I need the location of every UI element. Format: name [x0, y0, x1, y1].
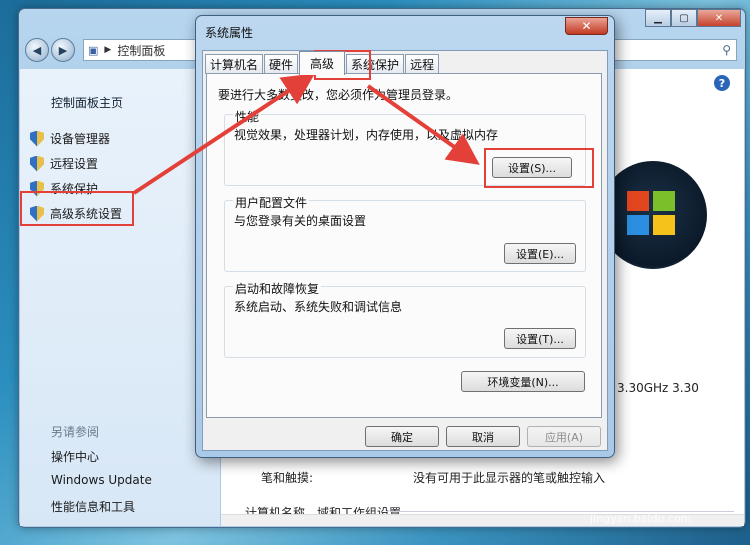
left-nav-pane: 控制面板主页 设备管理器 远程设置 系统保护 高级系统设置 另请参阅 操作中心 …: [20, 69, 220, 526]
user-profiles-description: 与您登录有关的桌面设置: [234, 214, 367, 228]
maximize-button[interactable]: ▢: [671, 9, 697, 27]
tab-hardware[interactable]: 硬件: [264, 54, 299, 74]
startup-recovery-title: 启动和故障恢复: [233, 280, 322, 297]
startup-recovery-settings-button[interactable]: 设置(T)...: [504, 328, 576, 349]
breadcrumb-separator-icon: ▶: [104, 45, 112, 55]
breadcrumb[interactable]: 控制面板: [117, 42, 165, 59]
performance-description: 视觉效果，处理器计划，内存使用，以及虚拟内存: [234, 128, 499, 142]
highlight-advanced-settings-link: [20, 191, 134, 226]
pen-touch-label: 笔和触摸:: [261, 471, 314, 485]
sidebar-item-device-manager[interactable]: 设备管理器: [30, 130, 110, 147]
forward-icon[interactable]: ▶: [51, 38, 75, 62]
dialog-close-button[interactable]: ✕: [565, 17, 608, 35]
back-icon[interactable]: ◀: [25, 38, 49, 62]
user-profiles-settings-button[interactable]: 设置(E)...: [504, 243, 576, 264]
admin-notice: 要进行大多数更改，您必须作为管理员登录。: [218, 88, 459, 102]
tab-strip: 计算机名 硬件 高级 系统保护 远程: [205, 51, 440, 75]
cancel-button[interactable]: 取消: [446, 426, 520, 447]
performance-title: 性能: [233, 108, 262, 125]
performance-info-link[interactable]: 性能信息和工具: [51, 498, 135, 515]
windows-update-link[interactable]: Windows Update: [51, 473, 152, 487]
tab-remote[interactable]: 远程: [405, 54, 440, 74]
apply-button[interactable]: 应用(A): [527, 426, 601, 447]
tab-computer-name[interactable]: 计算机名: [205, 54, 264, 74]
pen-touch-value: 没有可用于此显示器的笔或触控输入: [413, 471, 606, 485]
tab-advanced[interactable]: 高级: [299, 51, 346, 75]
sidebar-item-label: 远程设置: [50, 157, 99, 171]
shield-icon: [30, 130, 44, 147]
dialog-title: 系统属性: [205, 26, 254, 40]
highlight-performance-settings: [484, 148, 594, 188]
search-icon: ⚲: [722, 43, 731, 57]
action-center-link[interactable]: 操作中心: [51, 448, 99, 465]
minimize-button[interactable]: ▁: [645, 9, 671, 27]
startup-recovery-description: 系统启动、系统失败和调试信息: [234, 300, 403, 314]
watermark-url: jingyan.baidu.com: [590, 512, 692, 525]
processor-value: 3.30GHz 3.30: [617, 381, 699, 395]
close-button[interactable]: ✕: [697, 9, 741, 27]
watermark-logo: Bai 经验: [582, 486, 688, 514]
ok-button[interactable]: 确定: [365, 426, 439, 447]
help-icon[interactable]: ?: [714, 75, 730, 91]
control-panel-home-link[interactable]: 控制面板主页: [51, 94, 123, 111]
window-caption-buttons: ▁ ▢ ✕: [645, 9, 741, 27]
windows-logo: [599, 161, 707, 269]
control-panel-icon: ▣: [88, 43, 99, 57]
sidebar-item-label: 设备管理器: [50, 132, 111, 146]
user-profiles-title: 用户配置文件: [233, 194, 310, 211]
environment-variables-button[interactable]: 环境变量(N)...: [461, 371, 585, 392]
shield-icon: [30, 155, 44, 172]
sidebar-item-remote-settings[interactable]: 远程设置: [30, 155, 98, 172]
see-also-heading: 另请参阅: [51, 425, 100, 439]
system-properties-dialog: 系统属性 ✕ 计算机名 硬件 高级 系统保护 远程 要进行大多数更改，您必须作为…: [195, 15, 615, 458]
